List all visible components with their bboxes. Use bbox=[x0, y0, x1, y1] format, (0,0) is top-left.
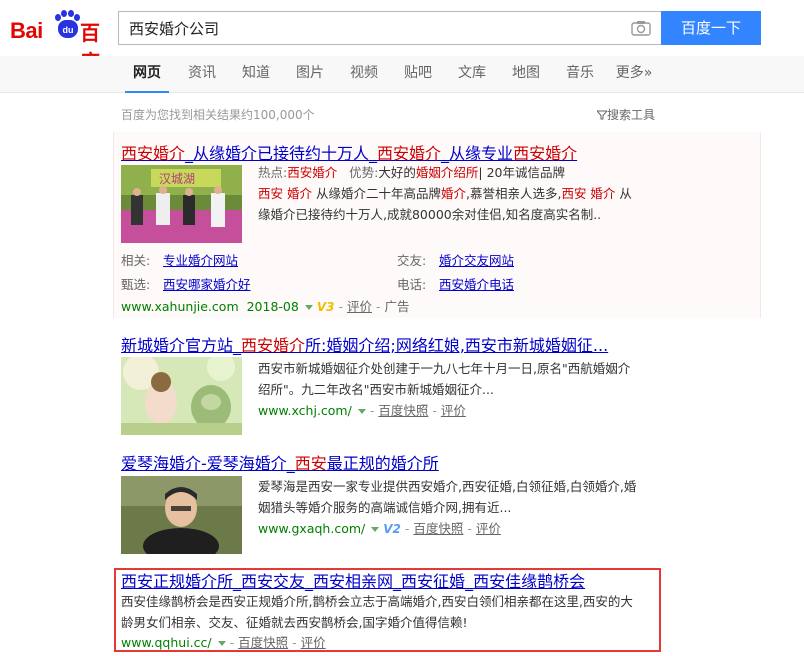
result-desc-3: 爱琴海是西安一家专业提供西安婚介,西安征婚,白领征婚,白领婚介,婚 姻猎头等婚介服… bbox=[258, 479, 637, 515]
tab-news[interactable]: 资讯 bbox=[182, 56, 222, 93]
dropdown-arrow-icon[interactable] bbox=[371, 526, 380, 532]
result-title-4[interactable]: 西安正规婚介所_西安交友_西安相亲网_西安征婚_西安佳缘鹊桥会 bbox=[121, 568, 585, 592]
result-desc-4: 西安佳缘鹊桥会是西安正规婚介所,鹊桥会立志于高端婚介,西安白领们相亲都在这里,西… bbox=[121, 594, 633, 630]
filter-icon bbox=[595, 110, 609, 120]
tab-map[interactable]: 地图 bbox=[506, 56, 546, 93]
result-title-1[interactable]: 西安婚介_从缘婚介已接待约十万人_西安婚介_从缘专业西安婚介 bbox=[121, 140, 577, 164]
result-thumbnail-3[interactable] bbox=[121, 476, 242, 554]
result-date-1: 2018-08 bbox=[246, 299, 299, 314]
logo-bai: Bai bbox=[10, 18, 43, 43]
search-button[interactable]: 百度一下 bbox=[661, 11, 761, 45]
camera-icon[interactable] bbox=[631, 20, 651, 36]
search-box bbox=[118, 11, 662, 45]
result-url-line-3: www.gxaqh.com/V2 - 百度快照 - 评价 bbox=[258, 521, 501, 536]
tab-web[interactable]: 网页 bbox=[125, 56, 169, 93]
friend-label: 交友: bbox=[397, 253, 427, 268]
paw-icon: du bbox=[54, 10, 80, 40]
review-link-2[interactable]: 评价 bbox=[441, 403, 466, 418]
search-tools-label: 搜索工具 bbox=[607, 108, 656, 122]
logo-du: du bbox=[58, 20, 78, 38]
snapshot-link-4[interactable]: 百度快照 bbox=[238, 635, 288, 650]
result-url-3[interactable]: www.gxaqh.com/ bbox=[258, 521, 365, 536]
header: Bai du 百度 百度一下 bbox=[0, 0, 804, 74]
ad-meta-line: 热点:西安婚介 优势:大好的婚姻介绍所| 20年诚信品牌 bbox=[258, 165, 565, 180]
review-link-1[interactable]: 评价 bbox=[347, 299, 372, 314]
dropdown-arrow-icon[interactable] bbox=[357, 408, 366, 414]
nav-tabs: 网页 资讯 知道 图片 视频 贴吧 文库 地图 音乐 更多» bbox=[0, 56, 804, 93]
tab-images[interactable]: 图片 bbox=[290, 56, 330, 93]
result-thumbnail-1[interactable]: 汉城湖 bbox=[121, 165, 242, 243]
result-stats: 百度为您找到相关结果约100,000个 bbox=[121, 108, 315, 122]
result-url-4[interactable]: www.qqhui.cc/ bbox=[121, 635, 212, 650]
related-label: 相关: bbox=[121, 253, 151, 268]
baidu-logo[interactable]: Bai du 百度 bbox=[10, 8, 114, 74]
phone-link[interactable]: 西安婚介电话 bbox=[439, 274, 514, 293]
result-desc-2: 西安市新城婚姻征介处创建于一九八七年十月一日,原名"西航婚姻介 绍所"。九二年改名… bbox=[258, 361, 631, 397]
tab-video[interactable]: 视频 bbox=[344, 56, 384, 93]
select-label: 甄选: bbox=[121, 277, 151, 292]
tab-zhidao[interactable]: 知道 bbox=[236, 56, 276, 93]
result-title-2[interactable]: 新城婚介官方站_西安婚介所:婚姻介绍;网络红娘,西安市新城婚姻征... bbox=[121, 332, 608, 356]
result-title-3[interactable]: 爱琴海婚介-爱琴海婚介_西安最正规的婚介所 bbox=[121, 450, 439, 474]
result-url-line-4: www.qqhui.cc/- 百度快照 - 评价 bbox=[121, 635, 326, 650]
result-url-1[interactable]: www.xahunjie.com bbox=[121, 299, 239, 314]
ad-label: 广告 bbox=[384, 299, 410, 314]
phone-label: 电话: bbox=[397, 277, 427, 292]
review-link-3[interactable]: 评价 bbox=[476, 521, 501, 536]
tab-tieba[interactable]: 贴吧 bbox=[398, 56, 438, 93]
review-link-4[interactable]: 评价 bbox=[301, 635, 326, 650]
select-link[interactable]: 西安哪家婚介好 bbox=[163, 274, 251, 293]
result-url-line-1: www.xahunjie.com 2018-08 V3 - 评价 - 广告 bbox=[121, 299, 410, 314]
result-desc-1: 西安 婚介 从缘婚介二十年高品牌婚介,慕誉相亲人选多,西安 婚介 从 缘婚介已接… bbox=[258, 186, 632, 222]
result-url-2[interactable]: www.xchj.com/ bbox=[258, 403, 352, 418]
search-input[interactable] bbox=[129, 12, 619, 44]
v2-badge-icon[interactable]: V2 bbox=[383, 522, 401, 536]
snapshot-link-2[interactable]: 百度快照 bbox=[378, 403, 428, 418]
dropdown-arrow-icon[interactable] bbox=[304, 304, 313, 310]
svg-text:汉城湖: 汉城湖 bbox=[159, 171, 195, 186]
snapshot-link-3[interactable]: 百度快照 bbox=[413, 521, 463, 536]
related-link[interactable]: 专业婚介网站 bbox=[163, 250, 238, 269]
tab-music[interactable]: 音乐 bbox=[560, 56, 600, 93]
friend-link[interactable]: 婚介交友网站 bbox=[439, 250, 514, 269]
tab-more[interactable]: 更多» bbox=[612, 56, 656, 93]
search-tools[interactable]: 搜索工具 bbox=[595, 106, 656, 123]
v3-badge-icon[interactable]: V3 bbox=[317, 300, 335, 314]
dropdown-arrow-icon[interactable] bbox=[217, 640, 226, 646]
result-thumbnail-2[interactable] bbox=[121, 357, 242, 435]
result-url-line-2: www.xchj.com/- 百度快照 - 评价 bbox=[258, 403, 466, 418]
tab-wenku[interactable]: 文库 bbox=[452, 56, 492, 93]
